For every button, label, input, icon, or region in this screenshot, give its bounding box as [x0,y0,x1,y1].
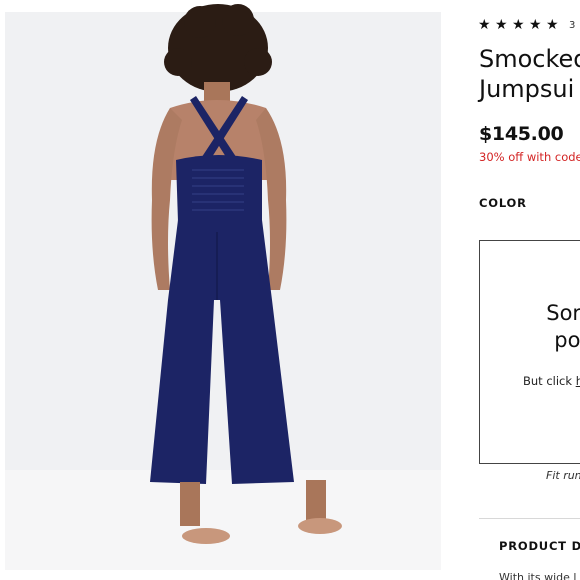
product-photo [0,0,458,580]
product-title: Smocked Jumpsui [479,44,580,104]
popup-link[interactable]: h [576,374,580,388]
product-title-line: Smocked [479,45,580,73]
star-icon: ★ [529,17,542,33]
star-icon: ★ [478,17,491,33]
popup-heading-line: pop [554,328,580,352]
popup-heading: Sorry pop [529,300,580,354]
rating-stars[interactable]: ★ ★ ★ ★ ★ 3 [478,16,575,34]
product-details-text: With its wide l [499,571,577,580]
popup-text-prefix: But click [523,374,576,388]
color-label: COLOR [479,196,527,210]
color-popup-message: Sorry pop But click h [479,240,580,464]
star-icon: ★ [546,17,559,33]
popup-heading-line: Sorry [546,301,580,325]
product-image[interactable] [0,0,458,580]
star-icon: ★ [512,17,525,33]
promo-text: 30% off with code [479,150,580,164]
fit-note: Fit run [546,469,580,482]
product-price: $145.00 [479,123,564,145]
popup-text: But click h [523,374,580,388]
review-count[interactable]: 3 [569,20,575,31]
divider [479,518,580,519]
product-title-line: Jumpsui [479,75,575,103]
star-icon: ★ [495,17,508,33]
product-details-header[interactable]: PRODUCT DE [499,539,580,553]
